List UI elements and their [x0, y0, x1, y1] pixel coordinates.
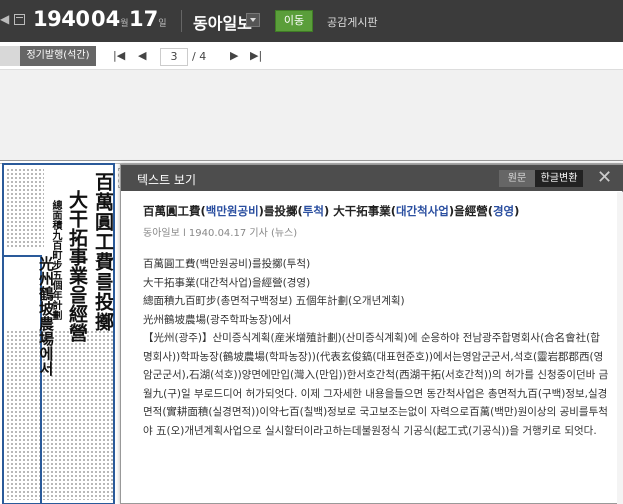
last-page-icon[interactable]: ▶| [250, 49, 262, 62]
close-icon[interactable]: ✕ [597, 168, 612, 188]
calendar-icon[interactable] [14, 14, 25, 25]
newspaper-headline-2: 大干拓事業을經營 [66, 190, 88, 342]
board-link[interactable]: 공감게시판 [327, 14, 378, 30]
divider [181, 10, 182, 32]
dialog-header: 텍스트 보기 원문 한글변환 ✕ [121, 165, 623, 191]
newspaper-subheadline-2: 光州鶴坡農場에서 [37, 256, 55, 376]
go-button[interactable]: 이동 [275, 10, 313, 32]
month-unit-label: 월 [120, 19, 129, 29]
article-content: 百萬圓工費(백만원공비)를投擲(투척) 大干拓事業(대간척사업)을經營(경영) … [143, 203, 609, 440]
page-navigation-bar: 정기발행(석간) |◀ ◀ ▶ ▶| [0, 42, 623, 70]
original-text-button[interactable]: 원문 [499, 170, 535, 187]
hangul-convert-button[interactable]: 한글변환 [535, 170, 583, 187]
tab-previous[interactable] [0, 46, 20, 66]
newspaper-headline-1: 百萬圓工費를投擲 [92, 172, 114, 332]
page-total-label: / 4 [192, 50, 207, 63]
dialog-title: 텍스트 보기 [137, 173, 197, 187]
page-number-input[interactable]: 3 [160, 48, 188, 66]
newspaper-dropdown-button[interactable] [246, 13, 260, 27]
next-page-icon[interactable]: ▶ [230, 49, 238, 62]
newspaper-name[interactable]: 동아일보 [193, 10, 252, 34]
tab-regular-edition[interactable]: 정기발행(석간) [20, 46, 96, 66]
month-selector[interactable]: 04월 [91, 7, 129, 31]
chevron-left-icon[interactable]: ◀ [0, 12, 9, 26]
article-meta: 동아일보 l 1940.04.17 기사 (뉴스) [143, 228, 298, 239]
text-view-dialog: 텍스트 보기 원문 한글변환 ✕ 百萬圓工費(백만원공비)를投擲(투척) 大干拓… [120, 164, 623, 504]
page-rule [0, 160, 623, 161]
viewer-spacer [0, 71, 623, 160]
article-body: 百萬圓工費(백만원공비)를投擲(투척) 大干拓事業(대간척사업)을經營(경영) … [143, 258, 609, 437]
first-page-icon[interactable]: |◀ [113, 49, 125, 62]
dialog-scrollbar[interactable] [617, 192, 623, 504]
year-selector[interactable]: 1940 [33, 7, 90, 31]
top-toolbar: ◀ 1940 04월 17일 동아일보 이동 공감게시판 [0, 0, 623, 42]
article-title: 百萬圓工費(백만원공비)를投擲(투척) 大干拓事業(대간척사업)을經營(경영) [143, 204, 520, 218]
day-selector[interactable]: 17일 [129, 7, 167, 31]
day-unit-label: 일 [158, 19, 167, 29]
prev-page-icon[interactable]: ◀ [138, 49, 146, 62]
